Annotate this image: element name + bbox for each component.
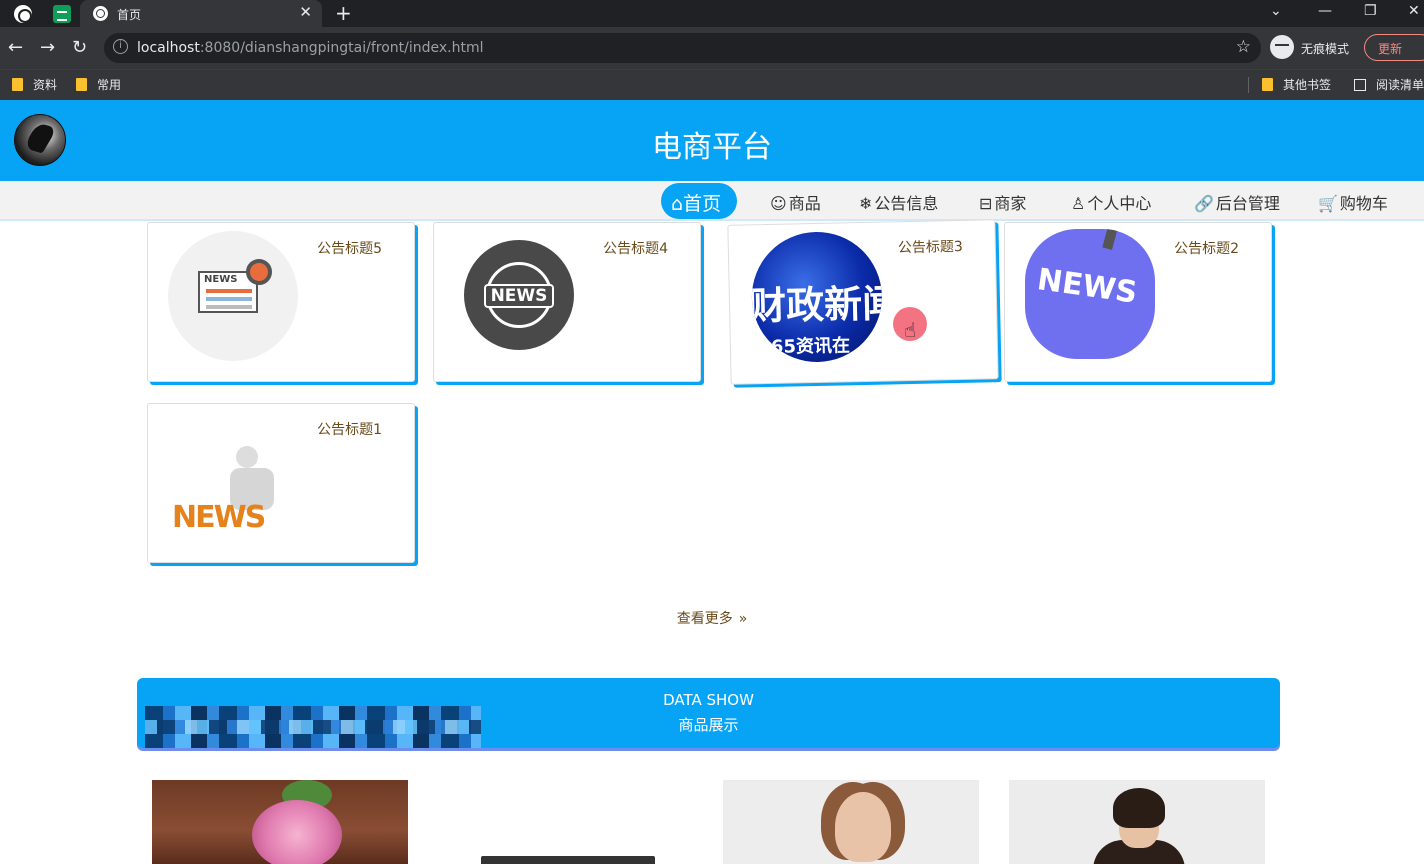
product-image[interactable] (437, 780, 693, 864)
notice-title: 公告标题2 (1174, 241, 1239, 257)
product-image[interactable] (723, 780, 979, 864)
product-image[interactable] (152, 780, 408, 864)
site-header: 电商平台 (0, 100, 1424, 181)
notice-card[interactable]: NEWS 公告标题5 (147, 222, 415, 382)
cart-icon: 🛒 (1318, 194, 1338, 213)
incognito-label: 无痕模式 (1301, 42, 1350, 56)
notice-image: NEWS (464, 240, 574, 350)
bookmark-star-icon[interactable]: ☆ (1236, 37, 1251, 57)
reload-icon[interactable]: ↻ (72, 37, 87, 58)
hand-cursor-icon: ☝ (904, 318, 917, 342)
bookmarks-bar: 资料 常用 其他书签 阅读清单 (0, 69, 1424, 100)
address-bar[interactable]: i localhost:8080/dianshangpingtai/front/… (104, 33, 1261, 63)
site-title: 电商平台 (652, 130, 772, 165)
notice-image: NEWS (1025, 229, 1155, 359)
nav-item-cart[interactable]: 🛒 购物车 (1318, 190, 1388, 214)
notice-title: 公告标题1 (317, 422, 382, 438)
notice-card[interactable]: 财政新闻 65资讯在 公告标题3 (727, 219, 999, 385)
notice-card[interactable]: NEWS 公告标题1 (147, 403, 415, 563)
notice-image: 财政新闻 65资讯在 (750, 230, 884, 364)
browser-tab-active[interactable]: 首页 ✕ (80, 0, 322, 27)
browser-toolbar: ← → ↻ i localhost:8080/dianshangpingtai/… (0, 27, 1424, 69)
main-nav: ⌂首页 ☺ 商品 ❄ 公告信息 ⊟ 商家 ♙ 个人中心 🔗 后台管理 🛒 购物车 (0, 181, 1424, 221)
tab-close-icon[interactable]: ✕ (299, 3, 312, 21)
bookmark-folder-changyong[interactable]: 常用 (76, 76, 121, 93)
link-icon: 🔗 (1194, 194, 1214, 213)
url-text: localhost:8080/dianshangpingtai/front/in… (137, 40, 484, 56)
update-button[interactable]: 更新 (1364, 34, 1424, 61)
nav-item-products[interactable]: ☺ 商品 (770, 190, 821, 214)
bookmark-folder-other[interactable]: 其他书签 (1262, 76, 1331, 93)
nav-item-admin[interactable]: 🔗 后台管理 (1194, 190, 1280, 214)
view-more-link[interactable]: 查看更多» (0, 608, 1424, 628)
close-window-icon[interactable]: ✕ (1408, 3, 1420, 19)
notice-image: NEWS (168, 231, 298, 361)
forward-arrow-icon[interactable]: → (40, 37, 55, 58)
notice-image: NEWS (172, 438, 302, 538)
folder-icon (76, 78, 87, 91)
nav-item-profile[interactable]: ♙ 个人中心 (1071, 190, 1151, 214)
bookmarks-divider (1248, 77, 1249, 93)
globe-icon (93, 6, 108, 21)
browser-tab-bar: 首页 ✕ + ⌄ — ❐ ✕ (0, 0, 1424, 27)
pinned-tab-sheets-icon[interactable] (53, 5, 71, 23)
product-icon: ☺ (770, 194, 787, 213)
new-tab-button[interactable]: + (335, 1, 352, 25)
tab-search-chevron-icon[interactable]: ⌄ (1270, 3, 1282, 19)
snowflake-icon: ❄ (859, 194, 873, 213)
pinned-tab-globe-icon[interactable] (14, 5, 32, 23)
product-image[interactable] (1009, 780, 1265, 864)
nav-item-notices[interactable]: ❄ 公告信息 (859, 190, 938, 214)
reading-list-icon (1354, 79, 1366, 91)
folder-icon (1262, 78, 1273, 91)
bookmark-folder-ziliao[interactable]: 资料 (12, 76, 57, 93)
notice-card[interactable]: NEWS 公告标题2 (1004, 222, 1272, 382)
notice-card[interactable]: NEWS 公告标题4 (433, 222, 701, 382)
site-info-icon[interactable]: i (113, 39, 128, 54)
notice-title: 公告标题4 (603, 241, 668, 257)
product-section-header: DATA SHOW 商品展示 (137, 678, 1280, 748)
reading-list[interactable]: 阅读清单 (1354, 76, 1424, 93)
merchant-icon: ⊟ (979, 194, 993, 213)
folder-icon (12, 78, 23, 91)
restore-icon[interactable]: ❐ (1364, 3, 1377, 19)
double-chevron-right-icon: » (738, 611, 748, 627)
home-icon: ⌂ (671, 193, 684, 215)
nav-item-home[interactable]: ⌂首页 (661, 183, 737, 219)
section-title-en: DATA SHOW (663, 691, 754, 709)
notice-title: 公告标题5 (317, 241, 382, 257)
notice-title: 公告标题3 (897, 238, 964, 257)
incognito-icon (1270, 35, 1294, 59)
section-title-cn: 商品展示 (678, 716, 739, 734)
nav-item-merchants[interactable]: ⊟ 商家 (979, 190, 1026, 214)
user-icon: ♙ (1071, 194, 1086, 213)
back-arrow-icon[interactable]: ← (8, 37, 23, 58)
tab-title: 首页 (117, 8, 142, 22)
minimize-icon[interactable]: — (1318, 3, 1332, 19)
